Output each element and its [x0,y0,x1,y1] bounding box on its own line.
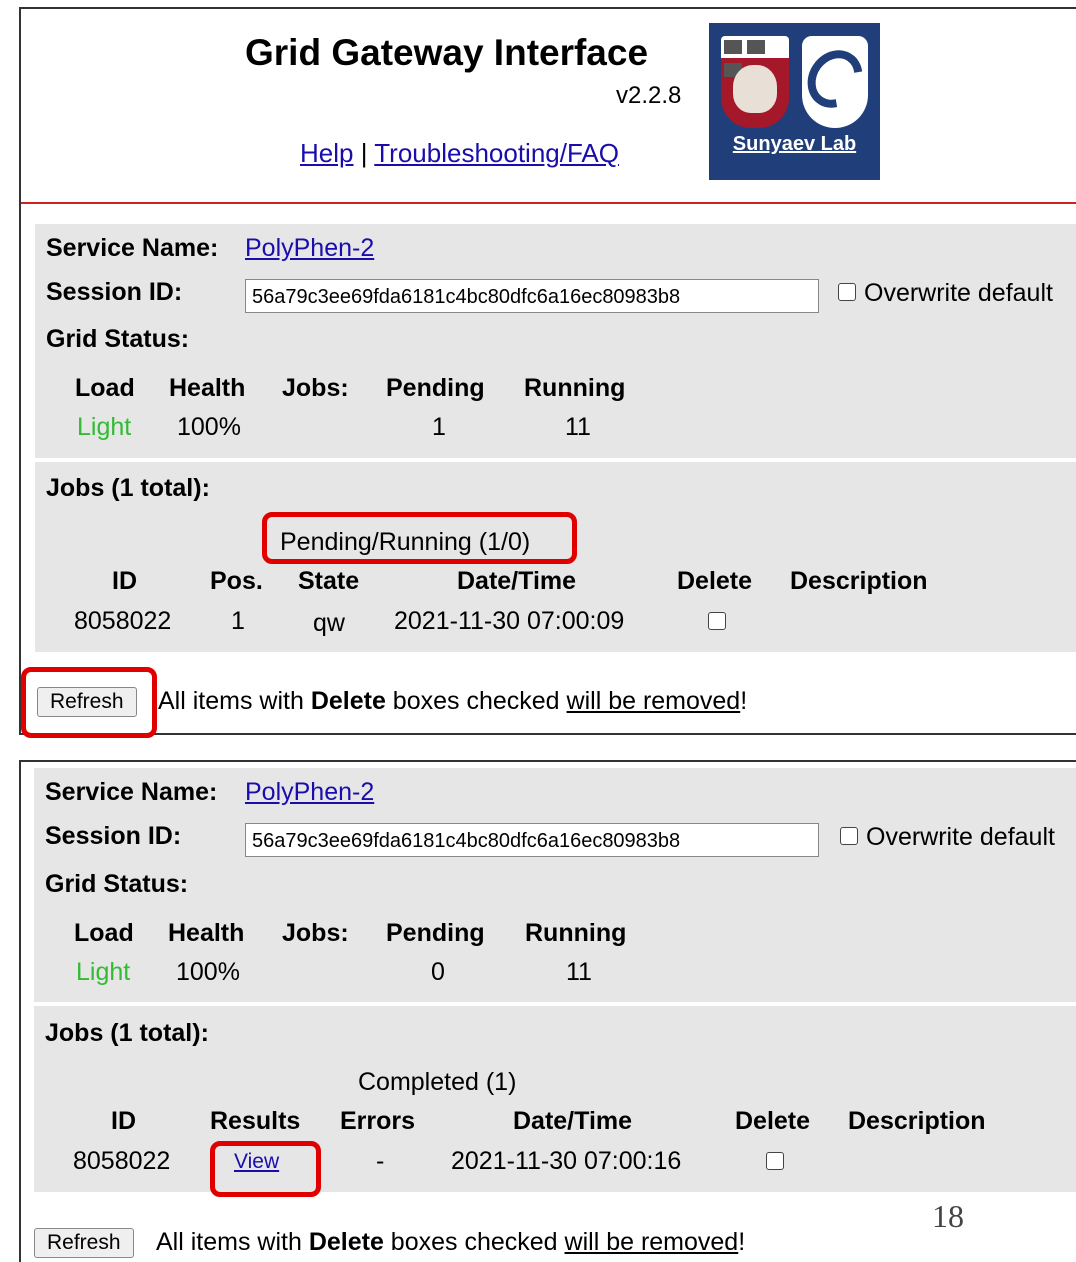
job-col-errors: Errors [340,1107,416,1135]
job-datetime: 2021-11-30 07:00:16 [451,1147,682,1175]
job-datetime: 2021-11-30 07:00:09 [394,607,625,635]
delete-notice: All items with Delete boxes checked will… [158,687,748,715]
col-running: Running [525,919,627,947]
overwrite-checkbox[interactable] [840,827,858,845]
job-pos: 1 [231,607,245,635]
service-name-label: Service Name: [45,778,218,806]
page-title: Grid Gateway Interface [245,32,649,73]
delete-checkbox[interactable] [708,612,726,630]
job-col-datetime: Date/Time [513,1107,633,1135]
load-value: Light [76,958,131,986]
session-id-label: Session ID: [45,822,182,850]
job-state: qw [313,609,345,637]
job-errors: - [376,1147,385,1175]
version-label: v2.2.8 [616,82,682,109]
job-col-id: ID [112,567,137,595]
header-divider [21,202,1076,204]
faq-link[interactable]: Troubleshooting/FAQ [374,138,619,168]
job-col-state: State [298,567,360,595]
logo-label[interactable]: Sunyaev Lab [709,133,880,156]
highlight-view-link [210,1141,321,1197]
job-col-id: ID [111,1107,136,1135]
service-name-label: Service Name: [46,234,219,262]
refresh-button[interactable]: Refresh [34,1228,134,1258]
job-col-pos: Pos. [210,567,263,595]
header-links: Help | Troubleshooting/FAQ [300,138,619,169]
col-load: Load [75,374,135,402]
job-col-description: Description [848,1107,986,1135]
col-pending: Pending [386,374,485,402]
col-jobs: Jobs: [282,374,349,402]
grid-status-label: Grid Status: [46,325,190,353]
col-running: Running [524,374,626,402]
session-id-input[interactable]: 56a79c3ee69fda6181c4bc80dfc6a16ec80983b8 [245,823,819,857]
health-value: 100% [176,958,240,986]
highlight-pending-running [262,512,577,564]
overwrite-label: Overwrite default [866,823,1055,851]
job-col-delete: Delete [677,567,753,595]
sunyaev-lab-logo[interactable]: Sunyaev Lab [709,23,880,180]
job-col-datetime: Date/Time [457,567,577,595]
help-link[interactable]: Help [300,138,353,168]
pending-value: 1 [432,413,446,441]
job-col-results: Results [210,1107,301,1135]
health-value: 100% [177,413,241,441]
col-health: Health [168,919,245,947]
service-name-link[interactable]: PolyPhen-2 [245,778,374,807]
job-col-description: Description [790,567,928,595]
lion-icon [733,65,777,113]
link-separator: | [360,138,368,168]
col-health: Health [169,374,246,402]
job-id: 8058022 [74,607,172,635]
service-name-link[interactable]: PolyPhen-2 [245,234,374,263]
job-id: 8058022 [73,1147,171,1175]
running-value: 11 [565,413,591,441]
running-value: 11 [566,958,592,986]
delete-checkbox[interactable] [766,1152,784,1170]
delete-notice: All items with Delete boxes checked will… [156,1228,746,1256]
col-load: Load [74,919,134,947]
session-id-label: Session ID: [46,278,183,306]
page-number: 18 [932,1198,964,1234]
overwrite-label: Overwrite default [864,279,1053,307]
load-value: Light [77,413,132,441]
pending-value: 0 [431,958,445,986]
jobs-total-label: Jobs (1 total): [46,474,210,502]
job-group-title: Completed (1) [358,1068,517,1096]
session-id-input[interactable]: 56a79c3ee69fda6181c4bc80dfc6a16ec80983b8 [245,279,819,313]
col-pending: Pending [386,919,485,947]
grid-status-label: Grid Status: [45,870,189,898]
overwrite-checkbox[interactable] [838,283,856,301]
highlight-refresh [21,667,157,738]
job-col-delete: Delete [735,1107,811,1135]
jobs-total-label: Jobs (1 total): [45,1019,209,1047]
col-jobs: Jobs: [282,919,349,947]
